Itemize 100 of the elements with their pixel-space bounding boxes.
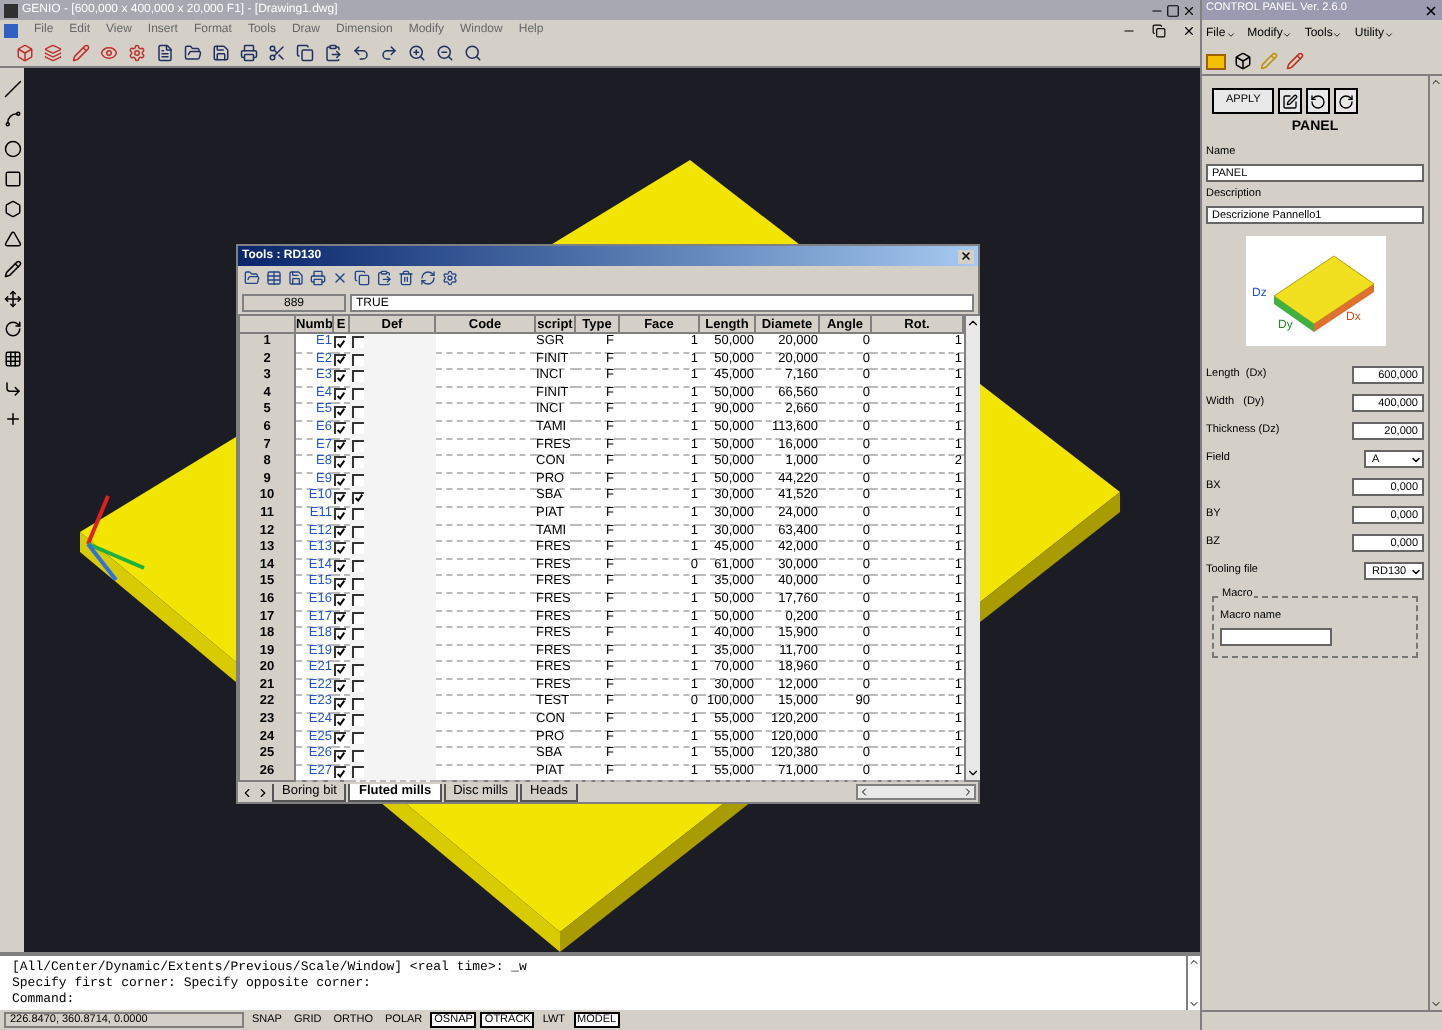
checkbox[interactable] [334,663,346,676]
checkbox[interactable] [334,370,346,383]
checkbox[interactable] [352,474,364,487]
rotate-right-button[interactable] [1334,88,1359,114]
copy-icon[interactable] [296,44,314,62]
checkbox[interactable] [334,542,346,555]
checkbox[interactable] [352,714,364,727]
checkbox[interactable] [334,577,346,590]
checkbox[interactable] [352,491,364,504]
copy-icon[interactable] [354,270,370,286]
restore-icon[interactable] [1152,23,1166,37]
scroll-up-icon[interactable] [966,316,980,330]
rectangle-icon[interactable] [3,170,21,188]
checkbox[interactable] [352,560,364,573]
checkbox[interactable] [352,542,364,555]
maximize-icon[interactable] [1166,3,1180,17]
close-icon[interactable] [1424,3,1438,17]
plus-icon[interactable] [3,410,21,428]
delete-icon[interactable] [332,270,348,286]
checkbox[interactable] [352,577,364,590]
checkbox[interactable] [352,422,364,435]
checkbox[interactable] [334,508,346,521]
caret-icon[interactable] [1410,453,1422,465]
checkbox[interactable] [334,422,346,435]
zoom-out-icon[interactable] [436,44,454,62]
checkbox[interactable] [352,525,364,538]
checkbox[interactable] [352,370,364,383]
checkbox[interactable] [334,388,346,401]
printer-icon[interactable] [310,270,326,286]
checkbox[interactable] [334,474,346,487]
scroll-down-icon[interactable] [966,766,980,781]
next-tab-icon[interactable] [256,785,270,800]
save-icon[interactable] [288,270,304,286]
checkbox[interactable] [352,456,364,469]
checkbox[interactable] [352,731,364,744]
checkbox[interactable] [334,456,346,469]
checkbox[interactable] [352,628,364,641]
layers-icon[interactable] [44,44,62,62]
folder-icon[interactable] [184,44,202,62]
horizontal-scrollbar[interactable] [856,784,976,801]
checkbox[interactable] [334,491,346,504]
checkbox[interactable] [352,439,364,452]
eye-icon[interactable] [100,44,118,62]
paste-icon[interactable] [324,44,342,62]
checkbox[interactable] [352,645,364,658]
curve-icon[interactable] [3,110,21,128]
cube-icon[interactable] [1234,52,1252,70]
checkbox[interactable] [334,697,346,710]
settings-icon[interactable] [128,44,146,62]
checkbox[interactable] [334,336,346,349]
checkbox[interactable] [352,353,364,366]
panel-tool-icon[interactable] [1206,53,1226,69]
checkbox[interactable] [334,680,346,693]
rotate-icon[interactable] [3,320,21,338]
close-icon[interactable] [1182,23,1196,37]
triangle-icon[interactable] [3,230,21,248]
document-icon[interactable] [4,23,18,37]
edit-button[interactable] [1278,88,1303,114]
checkbox[interactable] [352,663,364,676]
zoom-in-icon[interactable] [408,44,426,62]
table-icon[interactable] [266,270,282,286]
checkbox[interactable] [334,628,346,641]
refresh-icon[interactable] [420,270,436,286]
checkbox[interactable] [334,749,346,762]
checkbox[interactable] [352,388,364,401]
previous-tab-icon[interactable] [240,785,254,800]
pencil-icon[interactable] [3,260,21,278]
checkbox[interactable] [352,611,364,624]
scrollbar[interactable] [964,316,980,781]
line-icon[interactable] [3,80,21,98]
redo-icon[interactable] [380,44,398,62]
folder-icon[interactable] [244,270,260,286]
corner-icon[interactable] [3,380,21,398]
checkbox[interactable] [334,560,346,573]
scissors-icon[interactable] [268,44,286,62]
checkbox[interactable] [352,697,364,710]
grid-icon[interactable] [3,350,21,368]
new-file-icon[interactable] [156,44,174,62]
checkbox[interactable] [352,405,364,418]
checkbox[interactable] [352,336,364,349]
checkbox[interactable] [334,714,346,727]
paste-icon[interactable] [376,270,392,286]
polygon-icon[interactable] [3,200,21,218]
close-button[interactable] [958,249,974,263]
settings-icon[interactable] [442,270,458,286]
rotate-left-button[interactable] [1306,88,1331,114]
drawing-canvas[interactable] [24,68,1200,952]
scroll-right-icon[interactable] [962,786,974,799]
undo-icon[interactable] [352,44,370,62]
move-icon[interactable] [3,290,21,308]
checkbox[interactable] [334,405,346,418]
checkbox[interactable] [352,766,364,779]
scroll-left-icon[interactable] [858,786,870,799]
printer-icon[interactable] [240,44,258,62]
checkbox[interactable] [352,680,364,693]
checkbox[interactable] [334,766,346,779]
close-icon[interactable] [1182,3,1196,17]
macro-name-field[interactable] [1220,628,1332,647]
trash-icon[interactable] [398,270,414,286]
search-icon[interactable] [464,44,482,62]
